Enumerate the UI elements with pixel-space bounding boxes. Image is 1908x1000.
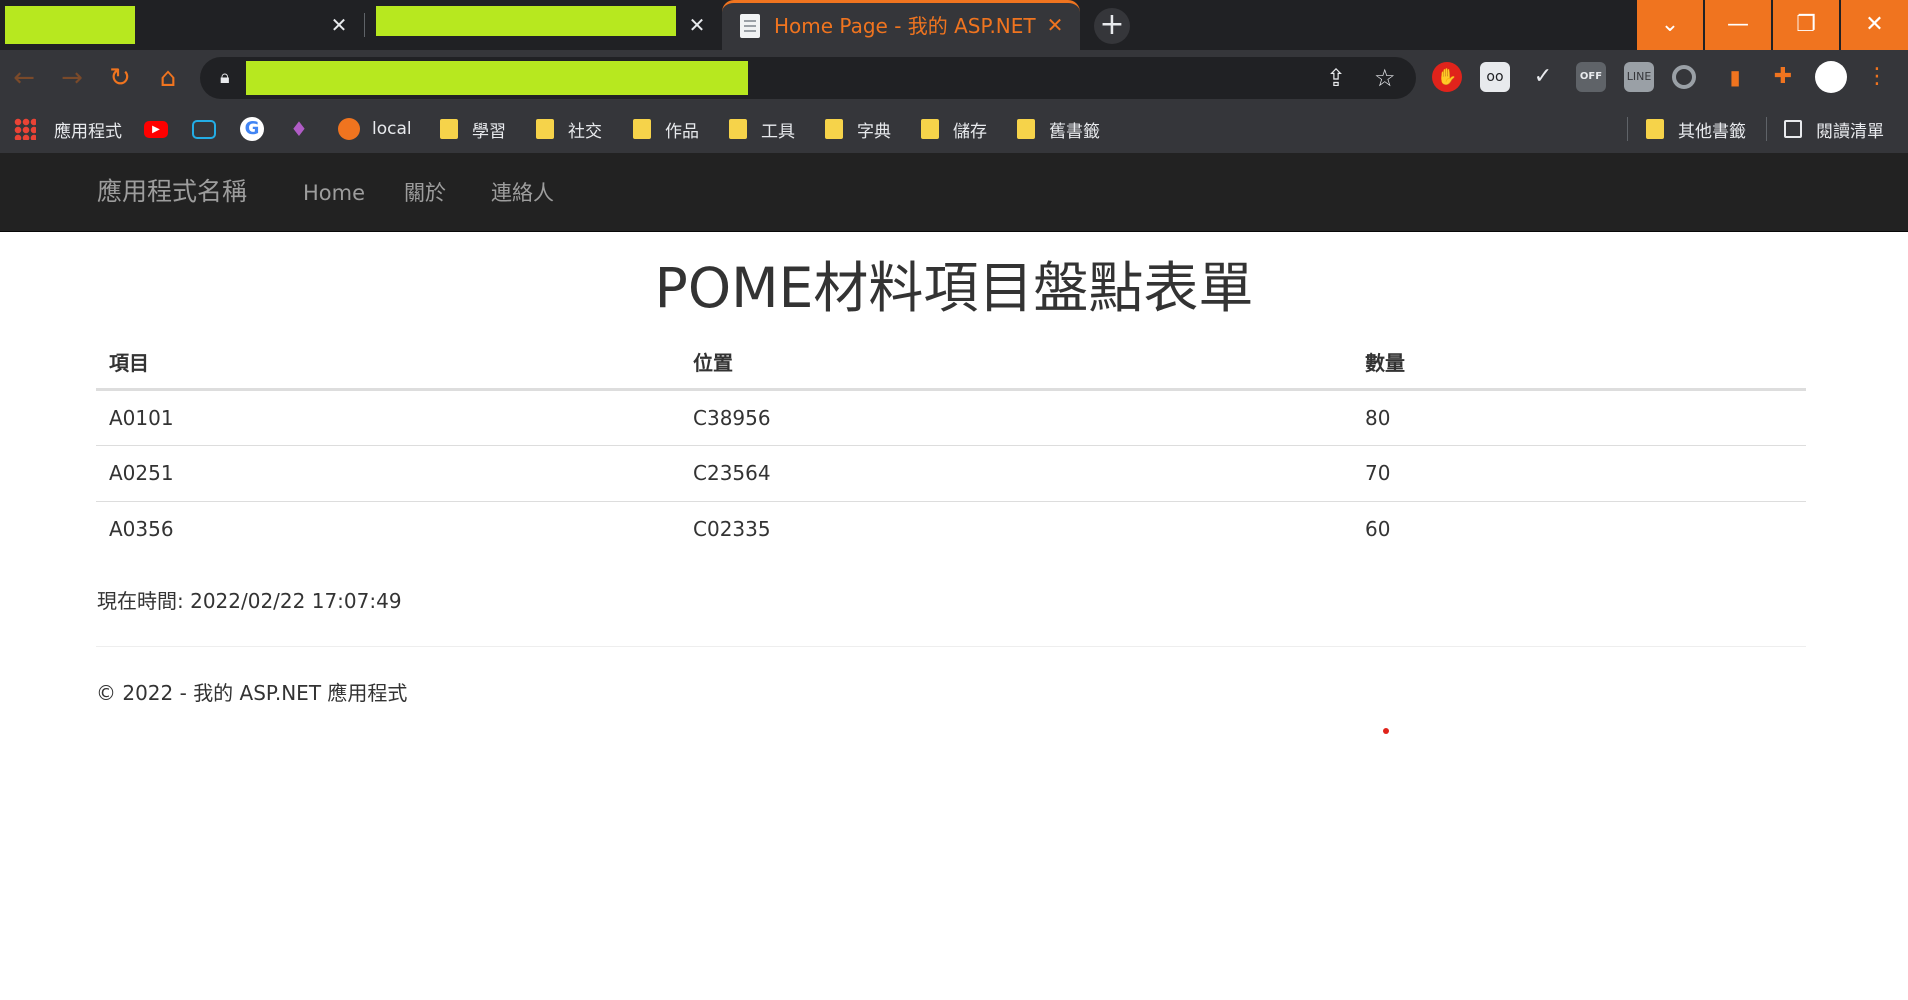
cell-quantity: 60 <box>1365 517 1391 542</box>
reading-list-icon <box>1784 120 1802 138</box>
menu-kebab-icon[interactable]: ⋮ <box>1862 62 1892 92</box>
bookmark-youtube[interactable]: ▶ <box>144 115 168 143</box>
cell-item: A0101 <box>96 389 680 446</box>
gem-icon: ♦ <box>290 117 308 141</box>
bookmark-star-icon[interactable]: ☆ <box>1374 63 1396 93</box>
reading-list-button[interactable]: 閱讀清單 <box>1784 115 1884 143</box>
cell-item: A0251 <box>96 445 680 502</box>
browser-tab-strip: ✕ ✕ Home Page - 我的 ASP.NET 應用程式 ✕ + ⌄ — … <box>0 0 1908 50</box>
close-window-button[interactable]: ✕ <box>1841 0 1908 50</box>
adblock-extension-icon[interactable]: ✋ <box>1432 62 1462 92</box>
apps-grid-icon <box>14 118 36 140</box>
minimize-button[interactable]: — <box>1705 0 1771 50</box>
off-extension-icon[interactable]: OFF <box>1576 62 1606 92</box>
reload-icon[interactable]: ↻ <box>102 60 138 96</box>
lock-icon[interactable]: 🔒︎ <box>220 67 230 88</box>
folder-icon <box>633 119 651 139</box>
bookmarks-bar: 應用程式 ▶ G ♦ local 學習 社交 作品 工具 字典 儲存 舊書籤 其… <box>0 105 1908 153</box>
bookmark-folder[interactable]: 儲存 <box>921 115 987 143</box>
folder-icon <box>1017 119 1035 139</box>
bookmark-bilibili[interactable] <box>192 115 216 143</box>
table-row: A0356 C02335 60 <box>96 501 1806 557</box>
active-tab-title: Home Page - 我的 ASP.NET 應用程式 <box>774 14 1038 38</box>
forward-icon[interactable]: → <box>54 60 90 96</box>
bookmark-folder[interactable]: 舊書籤 <box>1017 115 1100 143</box>
checkmark-extension-icon[interactable]: ✓ <box>1528 62 1558 92</box>
redacted-tab-title <box>376 6 676 36</box>
toggle-extension-icon[interactable]: ▮ <box>1720 62 1750 92</box>
active-browser-tab[interactable]: Home Page - 我的 ASP.NET 應用程式 ✕ <box>722 0 1080 50</box>
globe-icon <box>338 118 360 140</box>
folder-icon <box>440 119 458 139</box>
bookmark-gem[interactable]: ♦ <box>290 115 308 143</box>
folder-icon <box>825 119 843 139</box>
cell-item: A0356 <box>109 517 174 542</box>
bookmark-folder[interactable]: 工具 <box>729 115 795 143</box>
footer-divider <box>96 646 1806 647</box>
tab-search-button[interactable]: ⌄ <box>1637 0 1703 50</box>
bookmark-google[interactable]: G <box>240 115 264 143</box>
cell-quantity: 70 <box>1352 445 1806 502</box>
site-brand-link[interactable]: 應用程式名稱 <box>97 177 247 207</box>
browser-tab[interactable]: ✕ <box>372 0 712 50</box>
bilibili-icon <box>192 119 216 139</box>
page-title: POME材料項目盤點表單 <box>654 256 1254 320</box>
tab-separator <box>364 13 365 37</box>
restore-button[interactable]: ❐ <box>1773 0 1839 50</box>
home-icon[interactable]: ⌂ <box>150 60 186 96</box>
bookmark-local[interactable]: local <box>338 115 412 143</box>
youtube-icon: ▶ <box>144 120 168 138</box>
site-navbar: 應用程式名稱 Home 關於 連絡人 <box>0 153 1908 232</box>
redacted-tab-title <box>5 6 135 44</box>
column-header-item: 項目 <box>96 336 680 391</box>
bookmark-folder[interactable]: 作品 <box>633 115 699 143</box>
bookmark-folder[interactable]: 社交 <box>536 115 602 143</box>
folder-icon <box>921 119 939 139</box>
close-tab-icon[interactable]: ✕ <box>1042 12 1068 38</box>
table-row: A0251 C23564 70 <box>96 445 1806 502</box>
mouse-cursor-dot <box>1383 728 1389 734</box>
cell-location: C23564 <box>680 445 1352 502</box>
reader-extension-icon[interactable]: oo <box>1480 62 1510 92</box>
folder-icon <box>729 119 747 139</box>
line-extension-icon[interactable]: LINE <box>1624 62 1654 92</box>
cell-location: C02335 <box>693 517 771 542</box>
folder-icon <box>1646 119 1664 139</box>
nav-link-about[interactable]: 關於 <box>404 180 446 206</box>
cell-location: C38956 <box>680 389 1352 446</box>
circle-extension-icon[interactable] <box>1672 65 1696 89</box>
bookmark-folder[interactable]: 字典 <box>825 115 891 143</box>
current-time-text: 現在時間: 2022/02/22 17:07:49 <box>97 589 402 613</box>
back-icon[interactable]: ← <box>6 60 42 96</box>
redacted-url <box>246 61 748 95</box>
browser-tab[interactable]: ✕ <box>0 0 358 50</box>
column-header-quantity: 數量 <box>1352 336 1806 391</box>
address-bar[interactable]: 🔒︎ ⇪ ☆ <box>200 57 1416 99</box>
folder-icon <box>536 119 554 139</box>
bookmarks-separator <box>1766 117 1767 141</box>
nav-link-home[interactable]: Home <box>303 180 365 206</box>
extensions-puzzle-icon[interactable]: ✚ <box>1768 62 1798 92</box>
new-tab-button[interactable]: + <box>1094 8 1130 44</box>
close-tab-icon[interactable]: ✕ <box>684 12 710 38</box>
bookmarks-separator <box>1627 117 1628 141</box>
footer-copyright: © 2022 - 我的 ASP.NET 應用程式 <box>96 681 408 705</box>
column-header-location: 位置 <box>680 336 1352 391</box>
bookmark-other-folder[interactable]: 其他書籤 <box>1646 115 1746 143</box>
page-favicon-icon <box>740 14 760 38</box>
cell-quantity: 80 <box>1352 389 1806 446</box>
table-header-row: 項目 位置 數量 <box>96 336 1806 391</box>
share-icon[interactable]: ⇪ <box>1326 63 1346 93</box>
bookmark-apps[interactable]: 應用程式 <box>14 115 122 143</box>
profile-avatar[interactable] <box>1815 61 1847 93</box>
table-row: A0101 C38956 80 <box>96 389 1806 446</box>
google-icon: G <box>240 117 264 141</box>
nav-link-contact[interactable]: 連絡人 <box>491 180 554 206</box>
inventory-table: 項目 位置 數量 A0101 C38956 80 A0251 C23564 70… <box>96 336 1806 557</box>
browser-toolbar: ← → ↻ ⌂ 🔒︎ ⇪ ☆ ✋ oo ✓ OFF LINE ▮ ✚ ⋮ <box>0 50 1908 105</box>
bookmark-folder[interactable]: 學習 <box>440 115 506 143</box>
close-tab-icon[interactable]: ✕ <box>326 12 352 38</box>
